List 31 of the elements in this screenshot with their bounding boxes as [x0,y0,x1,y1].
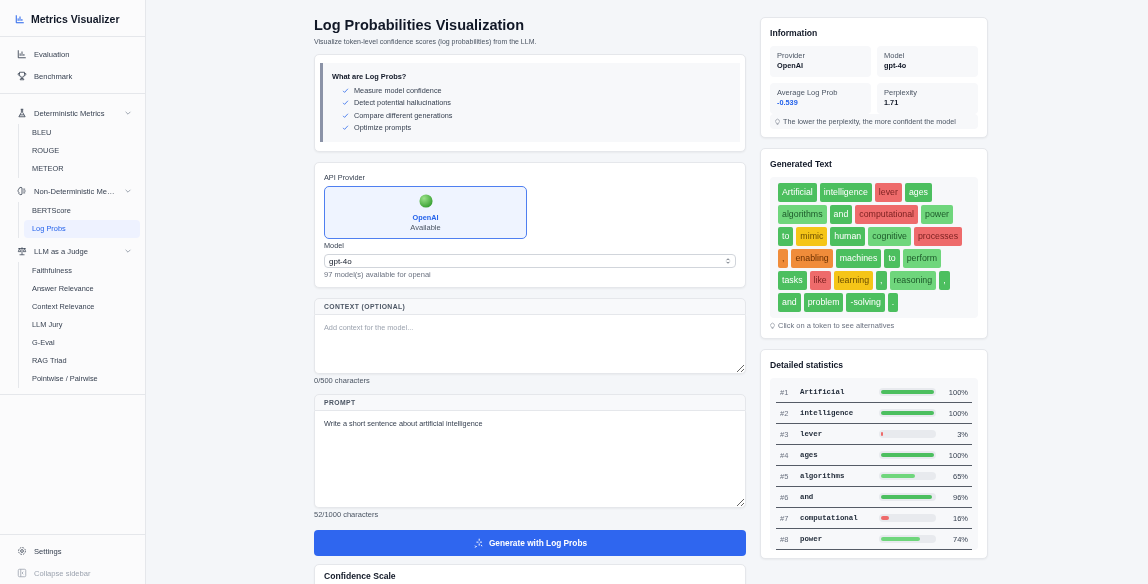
card-title: Information [770,28,819,38]
sidebar-toggle-icon [17,568,27,578]
token-chip[interactable]: like [809,271,831,290]
trophy-icon [17,71,27,81]
generate-button[interactable]: Generate with Log Probs [314,530,746,556]
updown-chevron-icon [725,257,731,265]
token-chip[interactable]: mimic [796,227,828,246]
token-chip[interactable]: reasoning [889,271,937,290]
card-title: Generated Text [770,159,833,169]
token-chip[interactable]: enabling [791,249,833,268]
bar-chart-icon [17,49,27,59]
token-chip[interactable]: learning [833,271,874,290]
token-chip[interactable]: perform [902,249,942,268]
token-chip[interactable]: processes [913,227,963,246]
settings-icon [17,546,27,556]
token-chip[interactable]: algorithms [778,205,827,224]
bar-chart-icon [15,14,25,24]
card-title: Detailed statistics [770,360,845,370]
flask-icon [17,108,27,118]
token-chip[interactable]: power [921,205,954,224]
token-chip[interactable]: cognitive [868,227,911,246]
sparkle-icon [472,537,484,549]
card-title: Confidence Scale [324,571,397,581]
scale-icon [17,246,27,256]
token-chip[interactable]: computational [855,205,919,224]
token-chip[interactable]: lever [874,183,902,202]
page-title: Log Probabilities Visualization [314,17,526,33]
model-select[interactable]: gpt-4o [324,254,736,268]
status-ball-icon [418,193,433,208]
app-title: Metrics Visualizer [31,13,120,25]
token-chip[interactable]: , [778,249,789,268]
